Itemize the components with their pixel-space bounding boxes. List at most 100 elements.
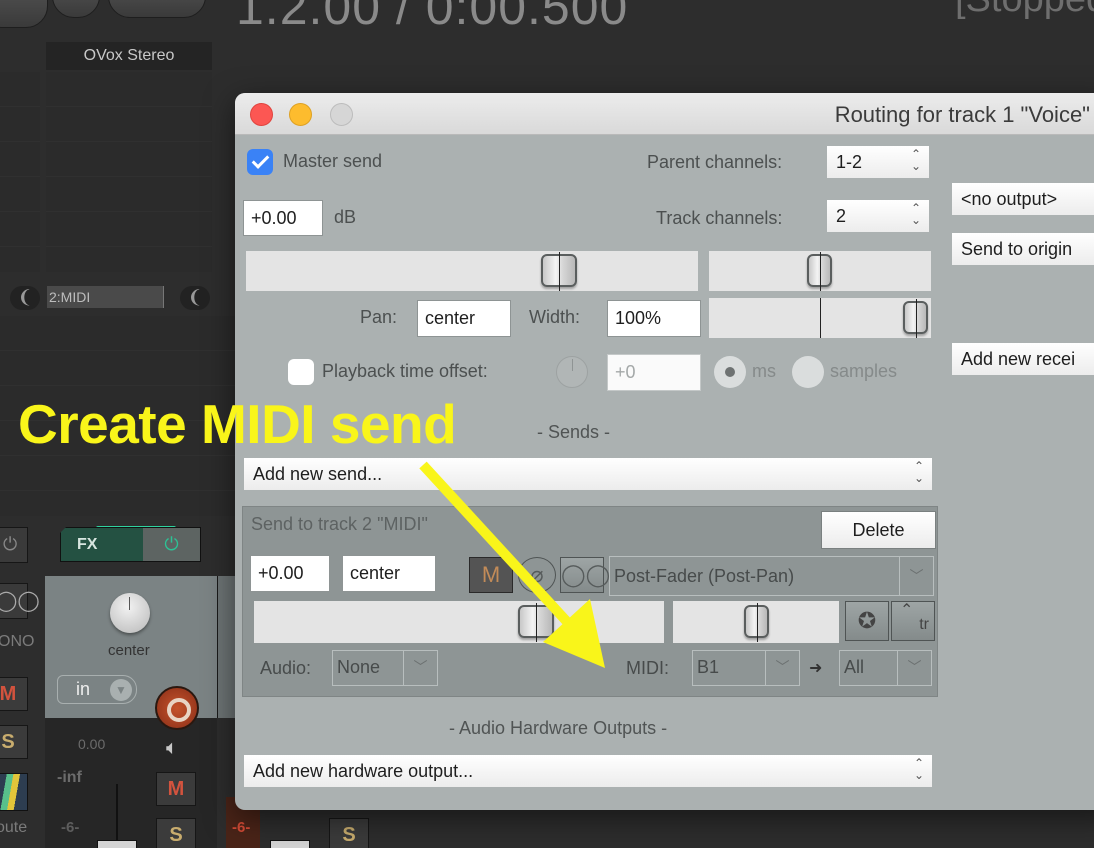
power-icon: ⏻ xyxy=(3,534,18,554)
pan-slider[interactable] xyxy=(709,251,931,291)
send-mode-value: Post-Fader (Post-Pan) xyxy=(614,566,795,586)
stereo-mono-icon[interactable]: ◯◯ xyxy=(560,557,610,593)
send-volume-slider[interactable] xyxy=(254,601,664,643)
repeat-button[interactable] xyxy=(52,0,100,18)
parent-channels-select[interactable]: 1-2 ⌃ ⌄ xyxy=(827,146,929,178)
minimize-button[interactable] xyxy=(289,103,312,126)
mono-button[interactable]: ◯◯ xyxy=(0,583,40,619)
send-volume-thumb[interactable] xyxy=(518,603,554,642)
send-pan-input[interactable]: center xyxy=(342,555,436,592)
updown-chevron-icon: ⌃ ⌄ xyxy=(910,147,921,173)
send-knob-icon[interactable]: ❨ xyxy=(10,286,40,310)
volume-db-input[interactable]: +0.00 xyxy=(243,200,323,236)
samples-label: samples xyxy=(830,361,898,381)
parent-channels-label: Parent channels: xyxy=(647,152,783,172)
mono-label: ONO xyxy=(0,633,35,650)
updown-chevron-icon: ⌃ ⌄ xyxy=(913,756,924,782)
envelope-icon: ⌃ xyxy=(900,602,914,619)
mute-button-left[interactable]: M xyxy=(0,677,28,711)
updown-chevron-icon: ⌃ ⌄ xyxy=(910,201,921,227)
close-button[interactable] xyxy=(250,103,273,126)
send-pan-slider[interactable] xyxy=(673,601,839,643)
hw-outputs-header: - Audio Hardware Outputs - xyxy=(449,718,668,738)
fx-label: FX xyxy=(77,536,98,553)
volume-fader-2[interactable] xyxy=(270,840,310,848)
playback-offset-label: Playback time offset: xyxy=(322,361,488,381)
pan-value-label: center xyxy=(108,642,150,659)
stop-pause-buttons[interactable] xyxy=(108,0,206,18)
record-arm-button[interactable] xyxy=(155,686,199,730)
phase-invert-icon[interactable]: ⌀ xyxy=(518,557,556,593)
send-to-original-select[interactable]: Send to origin xyxy=(952,233,1094,265)
solo-button-left[interactable]: S xyxy=(0,725,28,759)
mute-button[interactable]: M xyxy=(156,772,196,806)
playback-offset-input[interactable]: +0 xyxy=(607,354,701,391)
master-send-label: Master send xyxy=(283,151,383,171)
volume-slider[interactable] xyxy=(246,251,698,291)
midi-dest-select[interactable]: All ﹀ xyxy=(839,650,932,686)
delete-send-button[interactable]: Delete xyxy=(821,511,936,549)
add-send-select[interactable]: Add new send... ⌃ ⌄ xyxy=(244,458,932,490)
sends-header: - Sends - xyxy=(537,422,611,442)
offset-knob[interactable] xyxy=(556,356,588,388)
chevron-down-icon: ﹀ xyxy=(897,651,931,685)
send-title: Send to track 2 "MIDI" xyxy=(251,514,428,534)
route-icon[interactable] xyxy=(0,773,28,811)
send-pan-thumb[interactable] xyxy=(744,603,769,642)
midi-source-value: B1 xyxy=(697,657,720,677)
width-slider[interactable] xyxy=(709,298,931,338)
master-send-checkbox[interactable] xyxy=(247,149,273,175)
annotation-text: Create MIDI send xyxy=(18,393,457,455)
add-hw-output-select[interactable]: Add new hardware output... ⌃ ⌄ xyxy=(244,755,932,787)
midi-din-icon[interactable]: ✪ xyxy=(845,601,889,641)
mixer-strip-fx-list xyxy=(46,72,212,272)
dropdown-triangle-icon: ▼ xyxy=(110,679,132,701)
fx-name-slot[interactable]: OVox Stereo xyxy=(46,42,212,70)
width-slider-thumb[interactable] xyxy=(903,299,928,338)
samples-radio[interactable] xyxy=(792,356,824,388)
playback-offset-checkbox[interactable] xyxy=(288,359,314,385)
input-select[interactable]: in ▼ xyxy=(57,675,137,704)
send-mode-select[interactable]: Post-Fader (Post-Pan) ﹀ xyxy=(609,556,934,596)
midi-label: MIDI: xyxy=(626,658,669,678)
send-volume-input[interactable]: +0.00 xyxy=(250,555,330,592)
send-knob-icon[interactable]: ❨ xyxy=(180,286,210,310)
add-hw-output-label: Add new hardware output... xyxy=(253,761,474,781)
pan-knob[interactable] xyxy=(110,593,150,633)
left-power-button[interactable]: ⏻ xyxy=(0,527,28,563)
volume-readout: 0.00 xyxy=(78,736,106,752)
ms-radio[interactable] xyxy=(714,356,746,388)
input-select-label: in xyxy=(76,679,91,699)
audio-channel-select[interactable]: None ﹀ xyxy=(332,650,438,686)
midi-source-select[interactable]: B1 ﹀ xyxy=(692,650,800,686)
track-channels-label: Track channels: xyxy=(656,208,783,228)
play-button[interactable] xyxy=(0,0,48,28)
time-display: 1.2.00 / 0:00.500 xyxy=(236,0,629,35)
width-input[interactable]: 100% xyxy=(607,300,701,337)
add-receive-select[interactable]: Add new recei xyxy=(952,343,1094,375)
pan-input[interactable]: center xyxy=(417,300,511,337)
audio-label: Audio: xyxy=(260,658,312,678)
arrow-right-icon: ➜ xyxy=(809,660,823,677)
solo-button[interactable]: S xyxy=(156,818,196,848)
volume-slider-thumb[interactable] xyxy=(541,252,577,291)
fx-button[interactable]: FX ⏻ xyxy=(60,527,201,562)
window-title: Routing for track 1 "Voice" xyxy=(834,102,1090,127)
power-icon[interactable]: ⏻ xyxy=(143,528,200,561)
automation-icon[interactable]: ⌃ tr xyxy=(891,601,935,641)
updown-chevron-icon: ⌃ ⌄ xyxy=(913,459,924,485)
zoom-button[interactable] xyxy=(330,103,353,126)
pan-slider-thumb[interactable] xyxy=(807,252,832,291)
stereo-icon: ◯◯ xyxy=(0,590,40,612)
send-mute-button[interactable]: M xyxy=(469,557,513,593)
send-slot-midi[interactable]: 2:MIDI xyxy=(47,286,164,308)
speaker-icon[interactable]: 🔈︎ xyxy=(166,737,178,760)
title-bar[interactable]: Routing for track 1 "Voice" xyxy=(235,93,1094,135)
output-select[interactable]: <no output> xyxy=(952,183,1094,215)
solo-button-2[interactable]: S xyxy=(329,818,369,848)
track-channels-select[interactable]: 2 ⌃ ⌄ xyxy=(827,200,929,232)
volume-fader[interactable] xyxy=(97,840,137,848)
audio-channel-value: None xyxy=(337,657,381,677)
track-channels-value: 2 xyxy=(836,206,847,226)
mixer-strip-left xyxy=(0,72,40,272)
